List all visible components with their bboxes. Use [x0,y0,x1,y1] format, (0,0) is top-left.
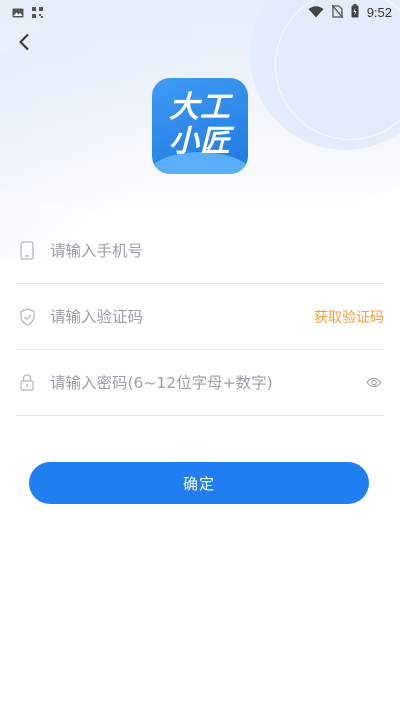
register-form: 获取验证码 [16,218,384,416]
status-time: 9:52 [366,4,392,20]
phone-input[interactable] [50,241,384,260]
no-sim-icon [331,3,344,22]
password-row [16,350,384,416]
status-right: 9:52 [308,3,392,22]
logo-text-line2: 小匠 [169,124,231,159]
chevron-left-icon [18,33,30,55]
get-code-button[interactable]: 获取验证码 [314,307,384,327]
back-button[interactable] [10,30,38,58]
eye-icon[interactable] [364,376,384,390]
app-logo: 大工 小匠 [152,78,248,174]
status-left [12,3,43,22]
password-input[interactable] [50,373,364,392]
phone-row [16,218,384,284]
phone-icon [18,241,36,261]
status-bar: 9:52 [0,0,400,24]
code-row: 获取验证码 [16,284,384,350]
wifi-icon [308,3,324,22]
code-input[interactable] [50,307,314,326]
lock-icon [18,373,36,393]
logo-text-line1: 大工 [169,90,231,125]
confirm-button[interactable]: 确定 [29,462,369,504]
qr-icon [32,3,43,22]
image-icon [12,3,24,22]
shield-icon [18,307,36,327]
battery-charging-icon [351,3,359,22]
